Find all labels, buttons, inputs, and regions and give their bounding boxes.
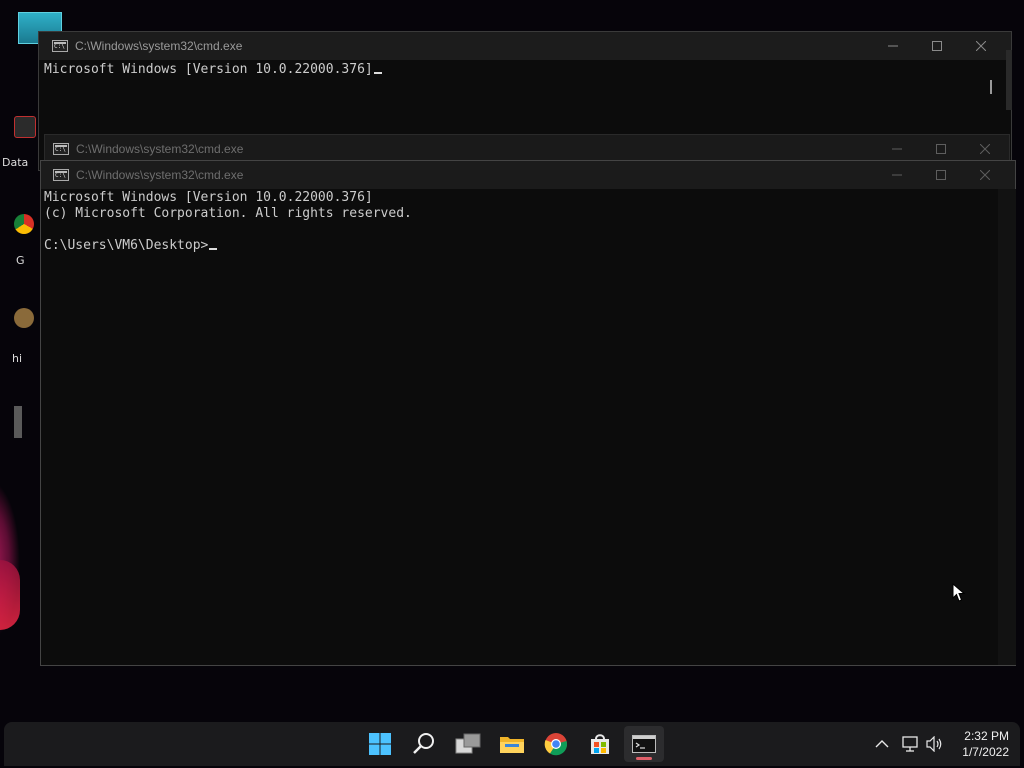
maximize-button[interactable] <box>915 32 959 60</box>
desktop-icon-partial[interactable] <box>14 406 22 438</box>
cmd-window-focused[interactable]: C:\Windows\system32\cmd.exe Microsoft Wi… <box>40 160 1016 666</box>
close-button[interactable] <box>963 161 1007 189</box>
minimize-icon <box>892 148 902 150</box>
chrome-button[interactable] <box>536 726 576 762</box>
windows-start-icon <box>369 733 391 755</box>
desktop-icon-app[interactable]: hi <box>0 306 34 366</box>
chrome-icon <box>14 214 34 234</box>
close-button[interactable] <box>959 32 1003 60</box>
clock-time: 2:32 PM <box>964 729 1009 743</box>
close-icon <box>976 41 986 51</box>
data-icon <box>14 116 36 138</box>
taskbar: 2:32 PM 1/7/2022 <box>4 722 1020 766</box>
network-button[interactable] <box>899 722 921 766</box>
close-button[interactable] <box>963 135 1007 163</box>
system-clock[interactable]: 2:32 PM 1/7/2022 <box>962 728 1009 760</box>
text-cursor <box>209 248 218 250</box>
titlebar[interactable]: C:\Windows\system32\cmd.exe <box>39 32 1011 60</box>
cmd-icon <box>53 143 69 155</box>
show-hidden-icons-button[interactable] <box>870 722 894 766</box>
minimize-button[interactable] <box>871 32 915 60</box>
task-view-button[interactable] <box>448 726 488 762</box>
console-output[interactable]: Microsoft Windows [Version 10.0.22000.37… <box>44 190 993 254</box>
scrollbar-thumb[interactable] <box>990 80 992 94</box>
chevron-up-icon <box>875 740 889 748</box>
search-button[interactable] <box>404 726 444 762</box>
task-view-icon <box>455 733 481 754</box>
console-line: Microsoft Windows [Version 10.0.22000.37… <box>44 62 373 77</box>
desktop-icon-chrome[interactable]: G <box>0 210 34 270</box>
desktop-icon-data[interactable]: Data <box>0 112 36 172</box>
active-app-indicator <box>636 757 652 760</box>
maximize-icon <box>936 144 946 154</box>
volume-button[interactable] <box>924 722 946 766</box>
maximize-icon <box>936 170 946 180</box>
terminal-button[interactable] <box>624 726 664 762</box>
minimize-button[interactable] <box>875 161 919 189</box>
desktop-wallpaper-accent <box>0 560 20 630</box>
maximize-button[interactable] <box>919 135 963 163</box>
cmd-icon <box>52 40 68 52</box>
folder-icon <box>500 737 524 753</box>
search-icon <box>413 733 434 754</box>
cmd-icon <box>53 169 69 181</box>
console-output[interactable]: Microsoft Windows [Version 10.0.22000.37… <box>44 62 989 78</box>
start-button[interactable] <box>360 726 400 762</box>
file-explorer-button[interactable] <box>492 726 532 762</box>
scrollbar-track[interactable] <box>1006 50 1012 110</box>
mouse-pointer-icon <box>952 583 966 602</box>
text-cursor <box>373 72 382 74</box>
app-icon <box>14 308 34 328</box>
volume-icon <box>926 736 942 752</box>
console-prompt-line: C:\Users\VM6\Desktop> <box>44 238 993 254</box>
scrollbar-track[interactable] <box>998 189 1016 665</box>
console-line: (c) Microsoft Corporation. All rights re… <box>44 206 412 221</box>
minimize-button[interactable] <box>875 135 919 163</box>
console-prompt: C:\Users\VM6\Desktop> <box>44 238 209 253</box>
titlebar[interactable]: C:\Windows\system32\cmd.exe <box>41 161 1015 189</box>
maximize-button[interactable] <box>919 161 963 189</box>
chrome-icon <box>544 733 568 756</box>
network-icon <box>902 736 918 752</box>
window-title: C:\Windows\system32\cmd.exe <box>75 39 243 53</box>
titlebar[interactable]: C:\Windows\system32\cmd.exe <box>45 135 1009 163</box>
console-line: Microsoft Windows [Version 10.0.22000.37… <box>44 190 373 205</box>
desktop-icon-label: hi <box>12 352 23 365</box>
window-title: C:\Windows\system32\cmd.exe <box>76 142 244 156</box>
desktop-icon-label: G <box>16 254 25 267</box>
minimize-icon <box>892 174 902 176</box>
close-icon <box>980 170 990 180</box>
close-icon <box>980 144 990 154</box>
desktop-icon-label: Data <box>2 156 29 169</box>
window-title: C:\Windows\system32\cmd.exe <box>76 168 244 182</box>
store-button[interactable] <box>580 726 620 762</box>
cmd-icon <box>632 735 656 753</box>
store-icon <box>591 734 609 754</box>
minimize-icon <box>888 45 898 47</box>
clock-date: 1/7/2022 <box>962 745 1009 759</box>
maximize-icon <box>932 41 942 51</box>
